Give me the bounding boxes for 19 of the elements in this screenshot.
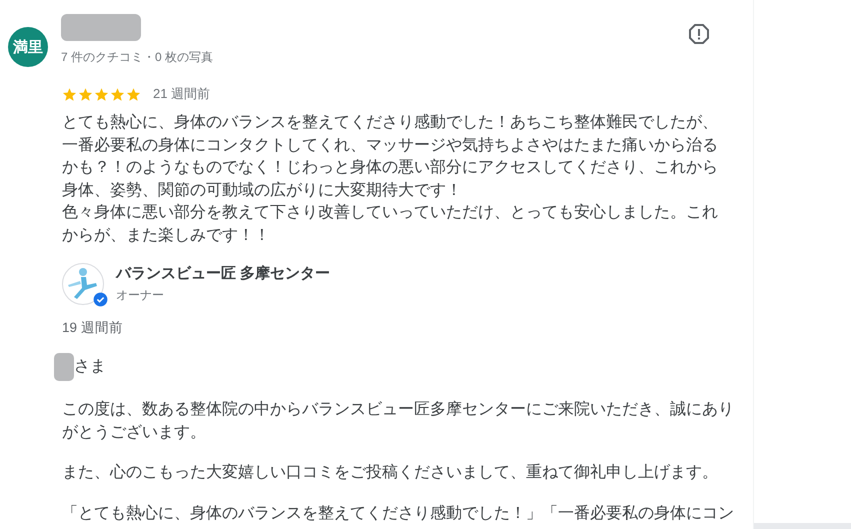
owner-role: オーナー: [116, 287, 165, 304]
review-time: 21 週間前: [153, 85, 210, 103]
reply-text: また、心のこもった大変嬉しい口コミをご投稿くださいまして、重ねて御礼申し上げます。: [62, 462, 719, 483]
star-icon: [126, 86, 141, 102]
review-text: 色々身体に悪い部分を教えて下さり改善していっていただけ、とっても安心しました。これからが、また楽しみです！！: [62, 202, 719, 246]
star-icon: [110, 86, 125, 102]
redacted-name: [54, 353, 74, 381]
reply-text: この度は、数ある整体院の中からバランスビュー匠多摩センターにご来院いただき、誠にありがとうございます。: [62, 400, 734, 442]
reply-time: 19 週間前: [62, 319, 124, 337]
report-icon[interactable]: [687, 22, 711, 46]
reviewer-avatar[interactable]: 満里: [8, 27, 48, 67]
star-icon: [94, 86, 109, 102]
owner-name: バランスビュー匠 多摩センター: [116, 264, 330, 283]
review-text: とても熱心に、身体のバランスを整えてくださり感動でした！あちこち整体難民でしたが、一番必要私の身体にコンタクトしてくれ、マッサージや気持ちよさやはたまた痛いから治るかも？！のようなものでなく！じわっと身体の悪い部分にアクセスしてくださり、これから身体、姿勢、関節の可動域の広がりに大変期待大です！: [62, 112, 719, 200]
star-icon: [62, 86, 77, 102]
reply-text: 「とても熱心に、身体のバランスを整えてくださり感動でした！」「一番必要私の身体にコン: [62, 504, 734, 524]
reviewer-stats: 7 件のクチコミ・0 枚の写真: [61, 49, 214, 66]
reply-greeting: さま: [74, 356, 106, 377]
star-icon: [78, 86, 93, 102]
